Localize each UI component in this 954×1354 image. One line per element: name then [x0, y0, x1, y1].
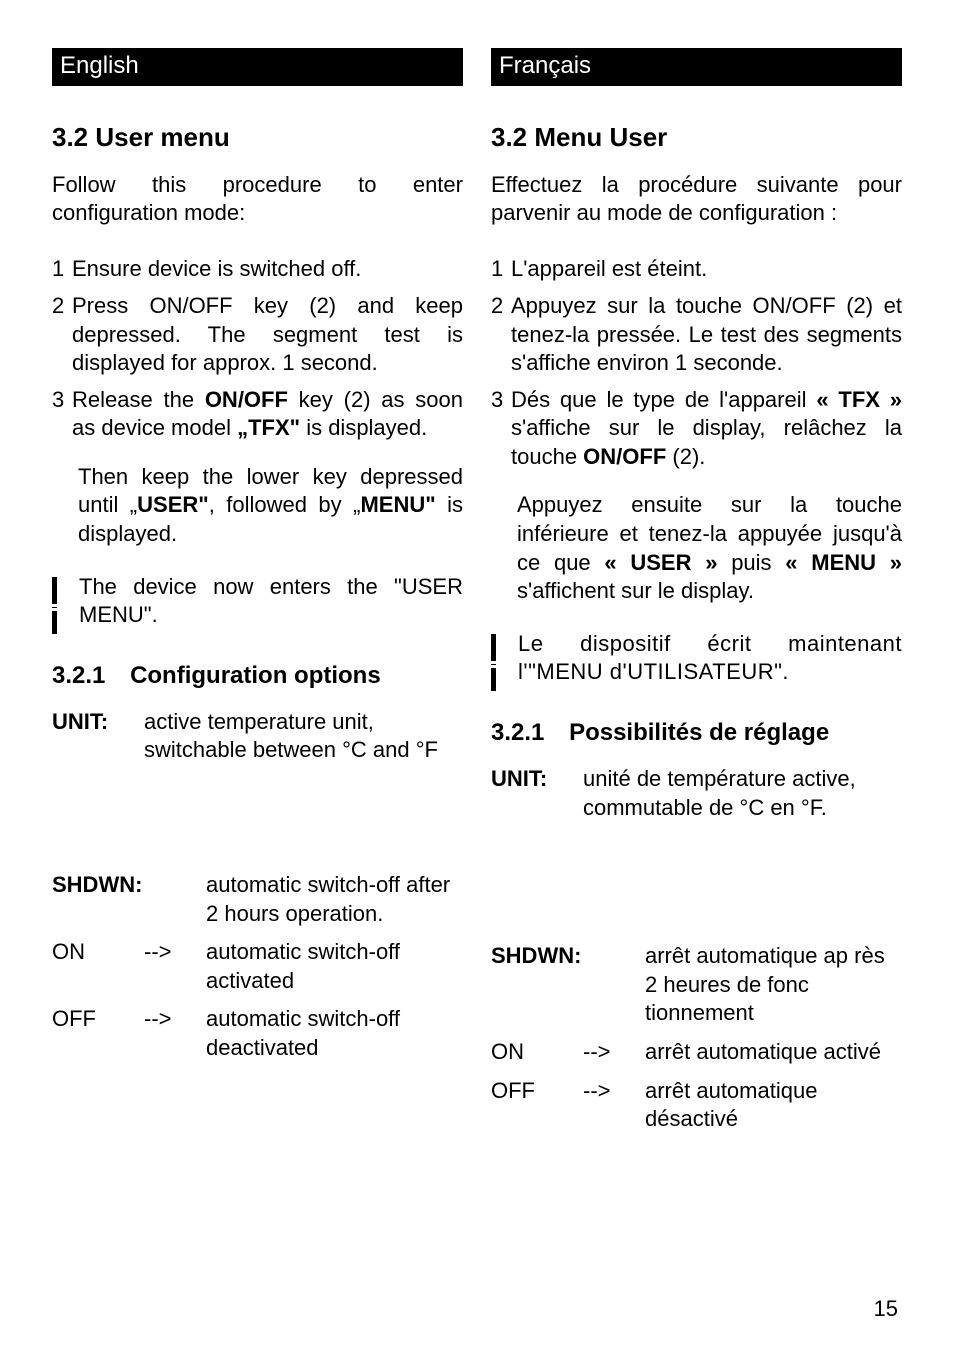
step-text: Press ON/OFF key (2) and keep depressed.… — [72, 292, 463, 378]
step-text: Dés que le type de l'appareil « TFX » s'… — [511, 386, 902, 472]
note-block-en: The device now enters the "USER MENU". — [52, 573, 463, 630]
subsection-heading-fr: 3.2.1 Possibilités de réglage — [491, 719, 902, 747]
note-text-en: The device now enters the "USER MENU". — [79, 573, 463, 630]
definition-on-en: ON --> automatic switch-off activated — [52, 938, 463, 995]
def-value: arrêt automatique désactivé — [645, 1077, 902, 1134]
step-number: 2 — [52, 292, 72, 378]
intro-paragraph-fr: Effectuez la procédure suivante pour par… — [491, 171, 902, 227]
note-bar-icon — [491, 634, 496, 691]
language-header-fr: Français — [491, 48, 902, 86]
step-number: 3 — [491, 386, 511, 472]
steps-list-fr: 1 L'appareil est éteint. 2 Appuyez sur l… — [491, 255, 902, 471]
subsection-number: 3.2.1 — [491, 719, 544, 747]
def-label: ON — [491, 1038, 583, 1067]
subsection-title: Configuration options — [130, 662, 381, 689]
arrow-icon: --> — [583, 1077, 645, 1106]
step-text: Appuyez sur la touche ON/OFF (2) et tene… — [511, 292, 902, 378]
subsection-heading-en: 3.2.1 Configuration options — [52, 662, 463, 690]
section-heading-fr: 3.2 Menu User — [491, 122, 902, 153]
def-value: automatic switch-off after 2 hours opera… — [206, 871, 463, 928]
steps-list-en: 1 Ensure device is switched off. 2 Press… — [52, 255, 463, 443]
def-value: automatic switch-off activated — [206, 938, 463, 995]
step-item-fr: 2 Appuyez sur la touche ON/OFF (2) et te… — [491, 292, 902, 378]
language-header-en: English — [52, 48, 463, 86]
step-number: 2 — [491, 292, 511, 378]
subsection-title: Possibilités de réglage — [569, 719, 829, 746]
right-column: Français 3.2 Menu User Effectuez la proc… — [491, 48, 902, 1144]
arrow-icon: --> — [144, 938, 206, 967]
step-number: 1 — [491, 255, 511, 284]
section-heading-en: 3.2 User menu — [52, 122, 463, 153]
step-text: Ensure device is switched off. — [72, 255, 463, 284]
step-item-fr: 3 Dés que le type de l'appareil « TFX » … — [491, 386, 902, 472]
arrow-icon: --> — [583, 1038, 645, 1067]
definition-on-fr: ON --> arrêt automatique activé — [491, 1038, 902, 1067]
definition-shdwn-en: SHDWN: automatic switch-off after 2 hour… — [52, 871, 463, 928]
def-value: automatic switch-off deactivated — [206, 1005, 463, 1062]
sub-paragraph-fr: Appuyez ensuite sur la touche inférieure… — [517, 491, 902, 605]
def-value: active temperature unit, switchable betw… — [144, 708, 463, 765]
note-bar-icon — [52, 577, 57, 634]
step-number: 1 — [52, 255, 72, 284]
def-label: OFF — [52, 1005, 144, 1034]
step-item-en: 1 Ensure device is switched off. — [52, 255, 463, 284]
definition-shdwn-fr: SHDWN: arrêt automatique ap rès 2 heures… — [491, 942, 902, 1028]
sub-paragraph-en: Then keep the lower key depressed until … — [78, 463, 463, 549]
note-block-fr: Le dispositif écrit maintenant l'"MENU d… — [491, 630, 902, 687]
definition-off-en: OFF --> automatic switch-off deactivated — [52, 1005, 463, 1062]
def-label: SHDWN: — [52, 871, 206, 900]
step-item-en: 3 Release the ON/OFF key (2) as soon as … — [52, 386, 463, 443]
left-column: English 3.2 User menu Follow this proced… — [52, 48, 463, 1144]
step-item-fr: 1 L'appareil est éteint. — [491, 255, 902, 284]
step-text: Release the ON/OFF key (2) as soon as de… — [72, 386, 463, 443]
def-label: OFF — [491, 1077, 583, 1106]
def-label: UNIT: — [52, 708, 144, 737]
def-label: UNIT: — [491, 765, 583, 794]
def-value: unité de température active, commutable … — [583, 765, 902, 822]
step-item-en: 2 Press ON/OFF key (2) and keep depresse… — [52, 292, 463, 378]
page-number: 15 — [874, 1296, 898, 1322]
intro-paragraph-en: Follow this procedure to enter configura… — [52, 171, 463, 227]
def-value: arrêt automatique ap rès 2 heures de fon… — [645, 942, 902, 1028]
def-value: arrêt automatique activé — [645, 1038, 902, 1067]
step-text: L'appareil est éteint. — [511, 255, 902, 284]
def-label: SHDWN: — [491, 942, 645, 971]
definition-off-fr: OFF --> arrêt automatique désactivé — [491, 1077, 902, 1134]
note-text-fr: Le dispositif écrit maintenant l'"MENU d… — [518, 630, 902, 687]
definition-unit-fr: UNIT: unité de température active, commu… — [491, 765, 902, 822]
definition-unit-en: UNIT: active temperature unit, switchabl… — [52, 708, 463, 765]
arrow-icon: --> — [144, 1005, 206, 1034]
subsection-number: 3.2.1 — [52, 662, 105, 690]
def-label: ON — [52, 938, 144, 967]
step-number: 3 — [52, 386, 72, 443]
